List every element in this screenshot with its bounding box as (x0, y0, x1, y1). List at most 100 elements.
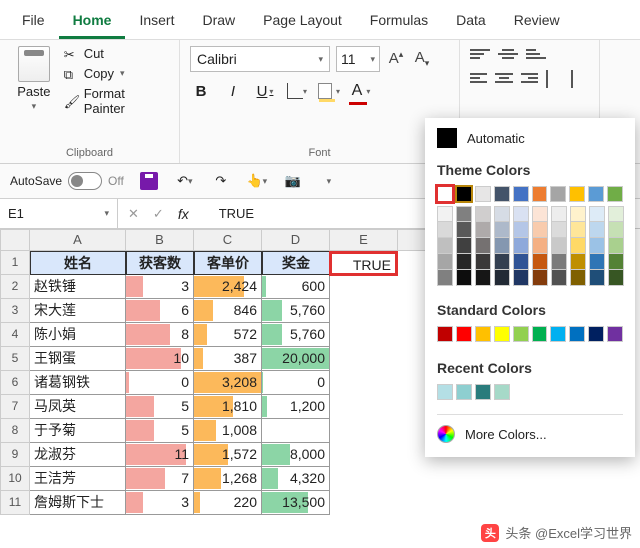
color-swatch[interactable] (589, 206, 605, 222)
color-swatch[interactable] (494, 206, 510, 222)
tab-file[interactable]: File (8, 6, 59, 39)
align-top-button[interactable] (470, 46, 490, 62)
align-bottom-button[interactable] (526, 46, 546, 62)
color-swatch[interactable] (494, 384, 510, 400)
row-header[interactable]: 6 (0, 371, 30, 395)
color-swatch[interactable] (494, 254, 510, 270)
cell[interactable]: 陈小娟 (30, 323, 126, 347)
redo-button[interactable]: ↷ (210, 170, 232, 192)
cell[interactable]: 846 (194, 299, 262, 323)
color-swatch[interactable] (456, 384, 472, 400)
color-swatch[interactable] (456, 270, 472, 286)
col-header-a[interactable]: A (30, 229, 126, 251)
autosave-toggle[interactable]: AutoSave Off (10, 172, 124, 190)
cell[interactable]: 奖金 (262, 251, 330, 275)
cell[interactable] (262, 419, 330, 443)
color-swatch[interactable] (589, 222, 605, 238)
increase-indent-button[interactable] (571, 70, 589, 88)
cell[interactable]: 龙淑芬 (30, 443, 126, 467)
cell[interactable]: 10 (126, 347, 194, 371)
cell[interactable]: 诸葛钢铁 (30, 371, 126, 395)
color-swatch[interactable] (532, 222, 548, 238)
color-swatch[interactable] (532, 270, 548, 286)
cell[interactable]: 387 (194, 347, 262, 371)
cell[interactable]: 1,572 (194, 443, 262, 467)
color-swatch[interactable] (456, 254, 472, 270)
color-swatch[interactable] (551, 222, 567, 238)
color-swatch[interactable] (607, 186, 623, 202)
save-button[interactable] (138, 170, 160, 192)
tab-review[interactable]: Review (500, 6, 574, 39)
cell[interactable]: 11 (126, 443, 194, 467)
align-left-button[interactable] (470, 70, 487, 86)
cell[interactable]: 赵铁锤 (30, 275, 126, 299)
cell[interactable]: 于予菊 (30, 419, 126, 443)
row-header[interactable]: 5 (0, 347, 30, 371)
touch-mode-button[interactable]: 👆▾ (246, 170, 268, 192)
color-swatch[interactable] (456, 186, 472, 202)
color-swatch[interactable] (532, 326, 548, 342)
col-header-b[interactable]: B (126, 229, 194, 251)
color-swatch[interactable] (551, 270, 567, 286)
tab-formulas[interactable]: Formulas (356, 6, 442, 39)
cell[interactable]: 1,008 (194, 419, 262, 443)
more-colors-button[interactable]: More Colors... (437, 414, 623, 443)
tab-page-layout[interactable]: Page Layout (249, 6, 356, 39)
enter-formula-button[interactable]: ✓ (153, 206, 164, 222)
cell[interactable]: 马凤英 (30, 395, 126, 419)
cell[interactable]: 4,320 (262, 467, 330, 491)
color-swatch[interactable] (569, 326, 585, 342)
font-size-select[interactable]: 11▾ (336, 46, 380, 72)
color-swatch[interactable] (475, 326, 491, 342)
cell[interactable]: 5 (126, 419, 194, 443)
color-swatch[interactable] (513, 270, 529, 286)
decrease-font-button[interactable]: A▾ (412, 49, 432, 69)
color-swatch[interactable] (608, 238, 624, 254)
cell[interactable]: 3 (126, 491, 194, 515)
color-swatch[interactable] (437, 186, 453, 202)
color-swatch[interactable] (550, 186, 566, 202)
color-swatch[interactable] (551, 238, 567, 254)
cancel-formula-button[interactable]: ✕ (128, 206, 139, 222)
color-swatch[interactable] (589, 254, 605, 270)
col-header-e[interactable]: E (330, 229, 398, 251)
color-swatch[interactable] (475, 254, 491, 270)
formula-bar[interactable]: TRUE (199, 206, 254, 221)
color-swatch[interactable] (513, 206, 529, 222)
cell[interactable]: 8,000 (262, 443, 330, 467)
color-swatch[interactable] (456, 326, 472, 342)
row-header[interactable]: 10 (0, 467, 30, 491)
color-swatch[interactable] (551, 254, 567, 270)
cell[interactable]: 572 (194, 323, 262, 347)
color-swatch[interactable] (608, 254, 624, 270)
color-swatch[interactable] (532, 186, 548, 202)
fill-color-button[interactable]: ▾ (318, 80, 340, 102)
color-swatch[interactable] (437, 206, 453, 222)
color-swatch[interactable] (570, 222, 586, 238)
color-swatch[interactable] (475, 238, 491, 254)
col-header-c[interactable]: C (194, 229, 262, 251)
row-header[interactable]: 9 (0, 443, 30, 467)
color-swatch[interactable] (550, 326, 566, 342)
cell[interactable]: 5 (126, 395, 194, 419)
color-swatch[interactable] (475, 206, 491, 222)
camera-button[interactable]: 📷 (282, 170, 304, 192)
color-swatch[interactable] (475, 384, 491, 400)
cell[interactable]: 0 (126, 371, 194, 395)
cell[interactable]: 客单价 (194, 251, 262, 275)
color-swatch[interactable] (608, 222, 624, 238)
color-swatch[interactable] (513, 186, 529, 202)
cell[interactable]: 1,200 (262, 395, 330, 419)
format-painter-button[interactable]: 🖌Format Painter (64, 86, 169, 116)
row-header[interactable]: 1 (0, 251, 30, 275)
cell[interactable]: 13,500 (262, 491, 330, 515)
cell[interactable]: 姓名 (30, 251, 126, 275)
cell[interactable]: 20,000 (262, 347, 330, 371)
cell[interactable]: 7 (126, 467, 194, 491)
automatic-color-button[interactable]: Automatic (437, 128, 623, 148)
color-swatch[interactable] (494, 326, 510, 342)
font-color-button[interactable]: A▾ (350, 80, 372, 102)
color-swatch[interactable] (608, 206, 624, 222)
color-swatch[interactable] (437, 238, 453, 254)
row-header[interactable]: 3 (0, 299, 30, 323)
